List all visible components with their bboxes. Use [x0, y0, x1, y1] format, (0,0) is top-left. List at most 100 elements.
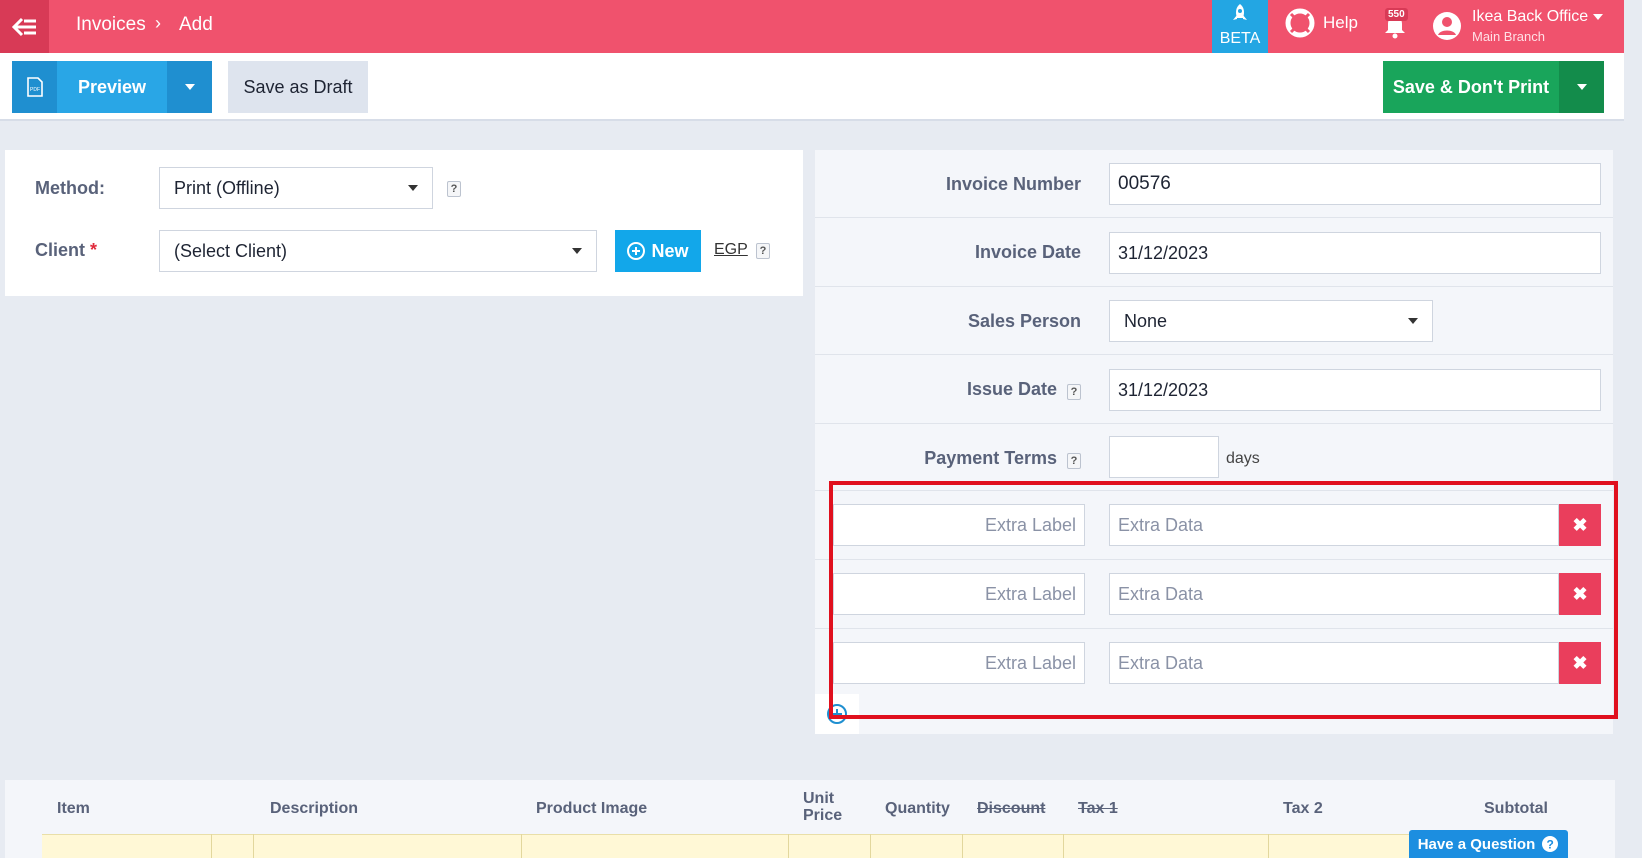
sales-person-label: Sales Person — [967, 311, 1081, 331]
add-extra-field-button[interactable] — [815, 694, 859, 734]
notification-count-badge: 550 — [1385, 8, 1408, 21]
chevron-down-icon — [1408, 318, 1418, 324]
top-bar: Invoices › Add BETA Help 550 Ikea Back O… — [0, 0, 1624, 53]
back-arrow-icon — [11, 17, 36, 36]
new-client-label: New — [651, 240, 689, 261]
column-header-product-image: Product Image — [536, 800, 648, 817]
extra-label-placeholder: Extra Label — [984, 514, 1076, 535]
breadcrumb-separator: › — [155, 13, 161, 33]
extra-data-input[interactable]: Extra Data — [1109, 573, 1559, 615]
extra-row: Extra Label Extra Data ✖ — [815, 560, 1613, 629]
extra-data-placeholder: Extra Data — [1118, 652, 1204, 673]
extra-data-placeholder: Extra Data — [1118, 583, 1204, 604]
extra-label-input[interactable]: Extra Label — [833, 573, 1085, 615]
column-header-unit-price: Unit Price — [803, 790, 843, 824]
back-button[interactable] — [0, 0, 49, 53]
payment-terms-help-icon[interactable]: ? — [1067, 453, 1081, 469]
column-header-discount: Discount — [977, 800, 1046, 817]
cell-divider — [1268, 834, 1269, 858]
method-value: Print (Offline) — [174, 177, 280, 198]
preview-button-group: PDF Preview — [12, 61, 212, 113]
invoice-date-input[interactable]: 31/12/2023 — [1109, 232, 1601, 274]
preview-button[interactable]: Preview — [57, 61, 167, 113]
breadcrumb-invoices[interactable]: Invoices — [76, 14, 146, 36]
question-circle-icon: ? — [1542, 836, 1559, 852]
delete-extra-button[interactable]: ✖ — [1559, 642, 1601, 684]
chevron-down-icon — [408, 185, 418, 191]
cell-divider — [521, 834, 522, 858]
column-header-description: Description — [270, 800, 359, 817]
have-a-question-button[interactable]: Have a Question ? — [1409, 830, 1568, 858]
extra-label-placeholder: Extra Label — [984, 652, 1076, 673]
rocket-icon — [1233, 4, 1247, 20]
column-header-quantity: Quantity — [885, 800, 950, 817]
column-header-item: Item — [57, 800, 90, 817]
currency-link[interactable]: EGP — [714, 241, 748, 259]
payment-terms-input[interactable] — [1109, 436, 1219, 478]
method-help-icon[interactable]: ? — [447, 181, 461, 197]
client-card: Method: Print (Offline) ? Client * (Sele… — [5, 150, 803, 296]
avatar-icon — [1433, 12, 1461, 40]
pdf-icon: PDF — [26, 77, 43, 97]
column-header-subtotal: Subtotal — [1484, 800, 1548, 817]
delete-extra-button[interactable]: ✖ — [1559, 573, 1601, 615]
invoice-date-label: Invoice Date — [974, 242, 1081, 262]
delete-extra-button[interactable]: ✖ — [1559, 504, 1601, 546]
sales-person-select[interactable]: None — [1109, 300, 1433, 342]
cell-divider — [962, 834, 963, 858]
preview-dropdown-button[interactable] — [167, 61, 212, 113]
issue-date-input[interactable]: 31/12/2023 — [1109, 369, 1601, 411]
new-client-button[interactable]: New — [615, 230, 701, 272]
invoice-details-card: Invoice Number 00576 Invoice Date 31/12/… — [815, 150, 1613, 734]
cell-divider — [870, 834, 871, 858]
required-marker: * — [90, 240, 98, 260]
extra-row: Extra Label Extra Data ✖ — [815, 629, 1613, 694]
cell-divider — [253, 834, 254, 858]
save-draft-button[interactable]: Save as Draft — [228, 61, 368, 113]
cell-divider — [788, 834, 789, 858]
extra-data-input[interactable]: Extra Data — [1109, 504, 1559, 546]
method-select[interactable]: Print (Offline) — [159, 167, 433, 209]
payment-terms-unit: days — [1226, 450, 1260, 467]
help-link[interactable]: Help — [1285, 8, 1358, 38]
invoice-number-label: Invoice Number — [945, 174, 1081, 194]
user-name: Ikea Back Office — [1472, 8, 1589, 25]
beta-button[interactable]: BETA — [1212, 0, 1268, 53]
save-dont-print-button[interactable]: Save & Don't Print — [1383, 61, 1559, 113]
invoice-date-row: Invoice Date 31/12/2023 — [815, 218, 1613, 287]
method-label: Method: — [35, 178, 105, 198]
payment-terms-label: Payment Terms — [924, 448, 1057, 468]
client-select[interactable]: (Select Client) — [159, 230, 597, 272]
svg-text:PDF: PDF — [30, 87, 40, 93]
plus-circle-icon — [627, 242, 646, 260]
save-button-group: Save & Don't Print — [1383, 61, 1604, 113]
invoice-number-input[interactable]: 00576 — [1109, 163, 1601, 205]
client-label: Client * — [35, 240, 97, 261]
sales-person-row: Sales Person None — [815, 287, 1613, 355]
lifebuoy-icon — [1285, 8, 1315, 38]
extra-label-input[interactable]: Extra Label — [833, 504, 1085, 546]
help-label: Help — [1323, 13, 1358, 32]
payment-terms-row: Payment Terms ? days — [815, 424, 1613, 491]
invoice-number-row: Invoice Number 00576 — [815, 150, 1613, 218]
preview-pdf-button[interactable]: PDF — [12, 61, 57, 113]
currency-help-icon[interactable]: ? — [756, 243, 770, 259]
table-row[interactable] — [42, 834, 1442, 858]
extra-label-placeholder: Extra Label — [984, 583, 1076, 604]
extra-data-input[interactable]: Extra Data — [1109, 642, 1559, 684]
column-header-tax2: Tax 2 — [1283, 800, 1323, 817]
caret-down-icon — [184, 84, 195, 90]
have-a-question-label: Have a Question — [1417, 835, 1536, 853]
save-dropdown-button[interactable] — [1559, 61, 1604, 113]
extra-row: Extra Label Extra Data ✖ — [815, 491, 1613, 560]
user-branch: Main Branch — [1472, 29, 1545, 44]
column-header-tax1: Tax 1 — [1078, 800, 1118, 817]
plus-circle-icon — [827, 704, 847, 724]
beta-label: BETA — [1219, 30, 1261, 47]
extra-data-placeholder: Extra Data — [1118, 514, 1204, 535]
issue-date-help-icon[interactable]: ? — [1067, 384, 1081, 400]
client-label-text: Client — [35, 240, 86, 260]
user-menu[interactable]: Ikea Back Office Main Branch — [1432, 8, 1603, 44]
caret-down-icon — [1576, 84, 1587, 90]
extra-label-input[interactable]: Extra Label — [833, 642, 1085, 684]
